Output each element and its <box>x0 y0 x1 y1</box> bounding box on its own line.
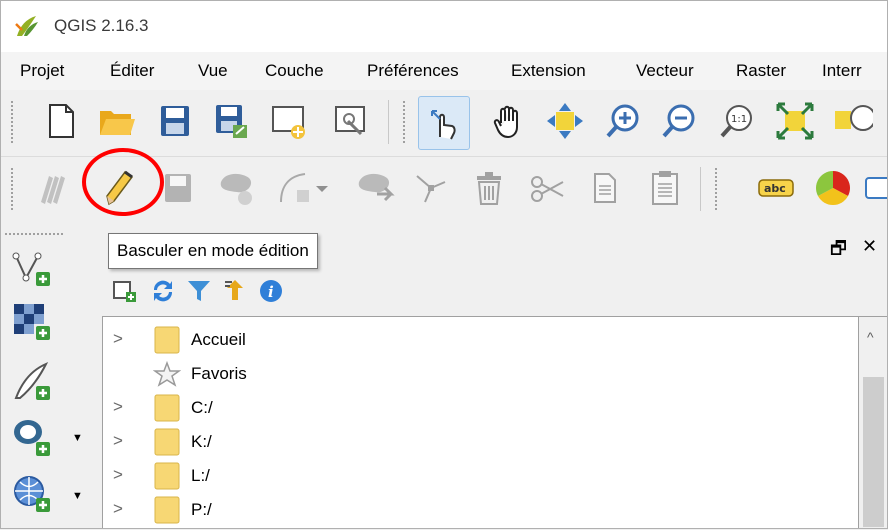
menu-couche[interactable]: Couche <box>265 61 324 81</box>
label-icon[interactable]: abc <box>752 165 798 211</box>
zoom-out-icon[interactable] <box>656 98 702 144</box>
main-toolbar: 1:1 <box>0 90 888 156</box>
menu-raster[interactable]: Raster <box>736 61 786 81</box>
diagram-icon[interactable] <box>810 165 856 211</box>
menu-projet[interactable]: Projet <box>20 61 64 81</box>
add-postgis-layer-icon[interactable] <box>12 418 52 458</box>
add-raster-layer-icon[interactable] <box>12 302 52 342</box>
chevron-down-icon[interactable]: ▼ <box>72 490 83 502</box>
tree-item[interactable]: > Accueil <box>103 321 860 357</box>
tree-item[interactable]: > C:/ <box>103 389 860 425</box>
chevron-down-icon[interactable]: ▼ <box>72 432 83 444</box>
highlight-circle <box>82 148 164 216</box>
touch-zoom-icon[interactable] <box>418 96 470 150</box>
svg-text:i: i <box>268 283 274 301</box>
toolbar-grip[interactable] <box>4 232 64 236</box>
expand-arrow-icon[interactable]: > <box>113 465 123 485</box>
menu-vue[interactable]: Vue <box>198 61 228 81</box>
folder-icon <box>154 428 180 456</box>
scroll-up-icon[interactable]: ^ <box>867 329 874 345</box>
menu-extension[interactable]: Extension <box>511 61 586 81</box>
browser-panel: 🗗 ✕ i > Accueil Favoris > C:/ > K:/ > L:… <box>102 228 888 530</box>
expand-arrow-icon[interactable]: > <box>113 397 123 417</box>
browser-toolbar: i <box>102 268 888 314</box>
cut-features-icon[interactable] <box>524 165 570 211</box>
folder-icon <box>154 462 180 490</box>
save-project-as-icon[interactable] <box>208 98 254 144</box>
label-pin-icon[interactable] <box>862 165 888 211</box>
zoom-in-icon[interactable] <box>600 98 646 144</box>
menu-preferences[interactable]: Préférences <box>367 61 459 81</box>
title-bar: QGIS 2.16.3 <box>0 0 888 52</box>
window-title: QGIS 2.16.3 <box>54 16 149 35</box>
tree-item-label: P:/ <box>191 500 212 519</box>
toolbar-separator <box>700 167 701 211</box>
paste-features-icon[interactable] <box>642 165 688 211</box>
scrollbar-thumb[interactable] <box>863 377 884 527</box>
menu-editer[interactable]: Éditer <box>110 61 154 81</box>
node-tool-icon[interactable] <box>408 165 454 211</box>
tree-item-label: K:/ <box>191 432 212 451</box>
folder-icon <box>154 326 180 354</box>
zoom-to-layer-icon[interactable] <box>830 98 876 144</box>
float-icon[interactable]: 🗗 <box>830 236 847 266</box>
vertical-scrollbar[interactable]: ^ <box>859 316 888 530</box>
zoom-native-icon[interactable]: 1:1 <box>714 98 760 144</box>
zoom-full-icon[interactable] <box>772 98 818 144</box>
qgis-logo-icon <box>15 16 38 36</box>
expand-arrow-icon[interactable]: > <box>113 431 123 451</box>
browser-tree: > Accueil Favoris > C:/ > K:/ > L:/ > P:… <box>102 316 859 529</box>
add-layer-icon[interactable] <box>112 278 138 304</box>
copy-features-icon[interactable] <box>582 165 628 211</box>
toolbar-grip[interactable] <box>714 167 718 211</box>
toolbar-grip[interactable] <box>10 100 14 144</box>
tree-item[interactable]: Favoris <box>103 355 860 391</box>
tree-item[interactable]: > P:/ <box>103 491 860 527</box>
save-project-icon[interactable] <box>152 98 198 144</box>
tree-item-label: Accueil <box>191 330 246 349</box>
folder-icon <box>154 496 180 524</box>
collapse-all-icon[interactable] <box>222 278 248 304</box>
close-icon[interactable]: ✕ <box>862 236 877 257</box>
svg-text:abc: abc <box>764 182 786 195</box>
star-icon <box>153 360 181 387</box>
svg-text:1:1: 1:1 <box>731 114 747 125</box>
delete-selected-icon[interactable] <box>466 165 512 211</box>
menu-vecteur[interactable]: Vecteur <box>636 61 694 81</box>
tree-item[interactable]: > K:/ <box>103 423 860 459</box>
tooltip: Basculer en mode édition <box>108 233 318 269</box>
expand-arrow-icon[interactable]: > <box>113 329 123 349</box>
add-delimited-text-icon[interactable] <box>12 362 52 402</box>
composer-manager-icon[interactable] <box>328 98 374 144</box>
layer-toolbar: ▼ ▼ <box>0 222 100 529</box>
toolbar-separator <box>388 100 389 144</box>
menu-bar: Projet Éditer Vue Couche Préférences Ext… <box>0 52 888 90</box>
pan-icon[interactable] <box>486 98 532 144</box>
add-wms-layer-icon[interactable] <box>12 474 52 514</box>
add-curve-dropdown[interactable] <box>312 165 332 211</box>
toolbar-grip[interactable] <box>402 100 406 144</box>
tree-item-label: L:/ <box>191 466 210 485</box>
expand-arrow-icon[interactable]: > <box>113 499 123 519</box>
new-project-icon[interactable] <box>38 98 84 144</box>
pan-to-selection-icon[interactable] <box>542 98 588 144</box>
current-edits-icon[interactable] <box>32 165 78 211</box>
tree-item-label: C:/ <box>191 398 213 417</box>
move-feature-icon[interactable] <box>352 165 398 211</box>
toolbar-grip[interactable] <box>10 167 14 211</box>
tree-item[interactable]: > L:/ <box>103 457 860 493</box>
refresh-icon[interactable] <box>150 278 176 304</box>
add-feature-icon[interactable] <box>214 165 260 211</box>
new-print-composer-icon[interactable] <box>266 98 312 144</box>
properties-icon[interactable]: i <box>258 278 284 304</box>
folder-icon <box>154 394 180 422</box>
add-vector-layer-icon[interactable] <box>12 248 52 288</box>
menu-internet[interactable]: Interr <box>822 61 862 81</box>
tree-item-label: Favoris <box>191 364 247 383</box>
open-project-icon[interactable] <box>94 98 140 144</box>
filter-icon[interactable] <box>186 278 212 304</box>
